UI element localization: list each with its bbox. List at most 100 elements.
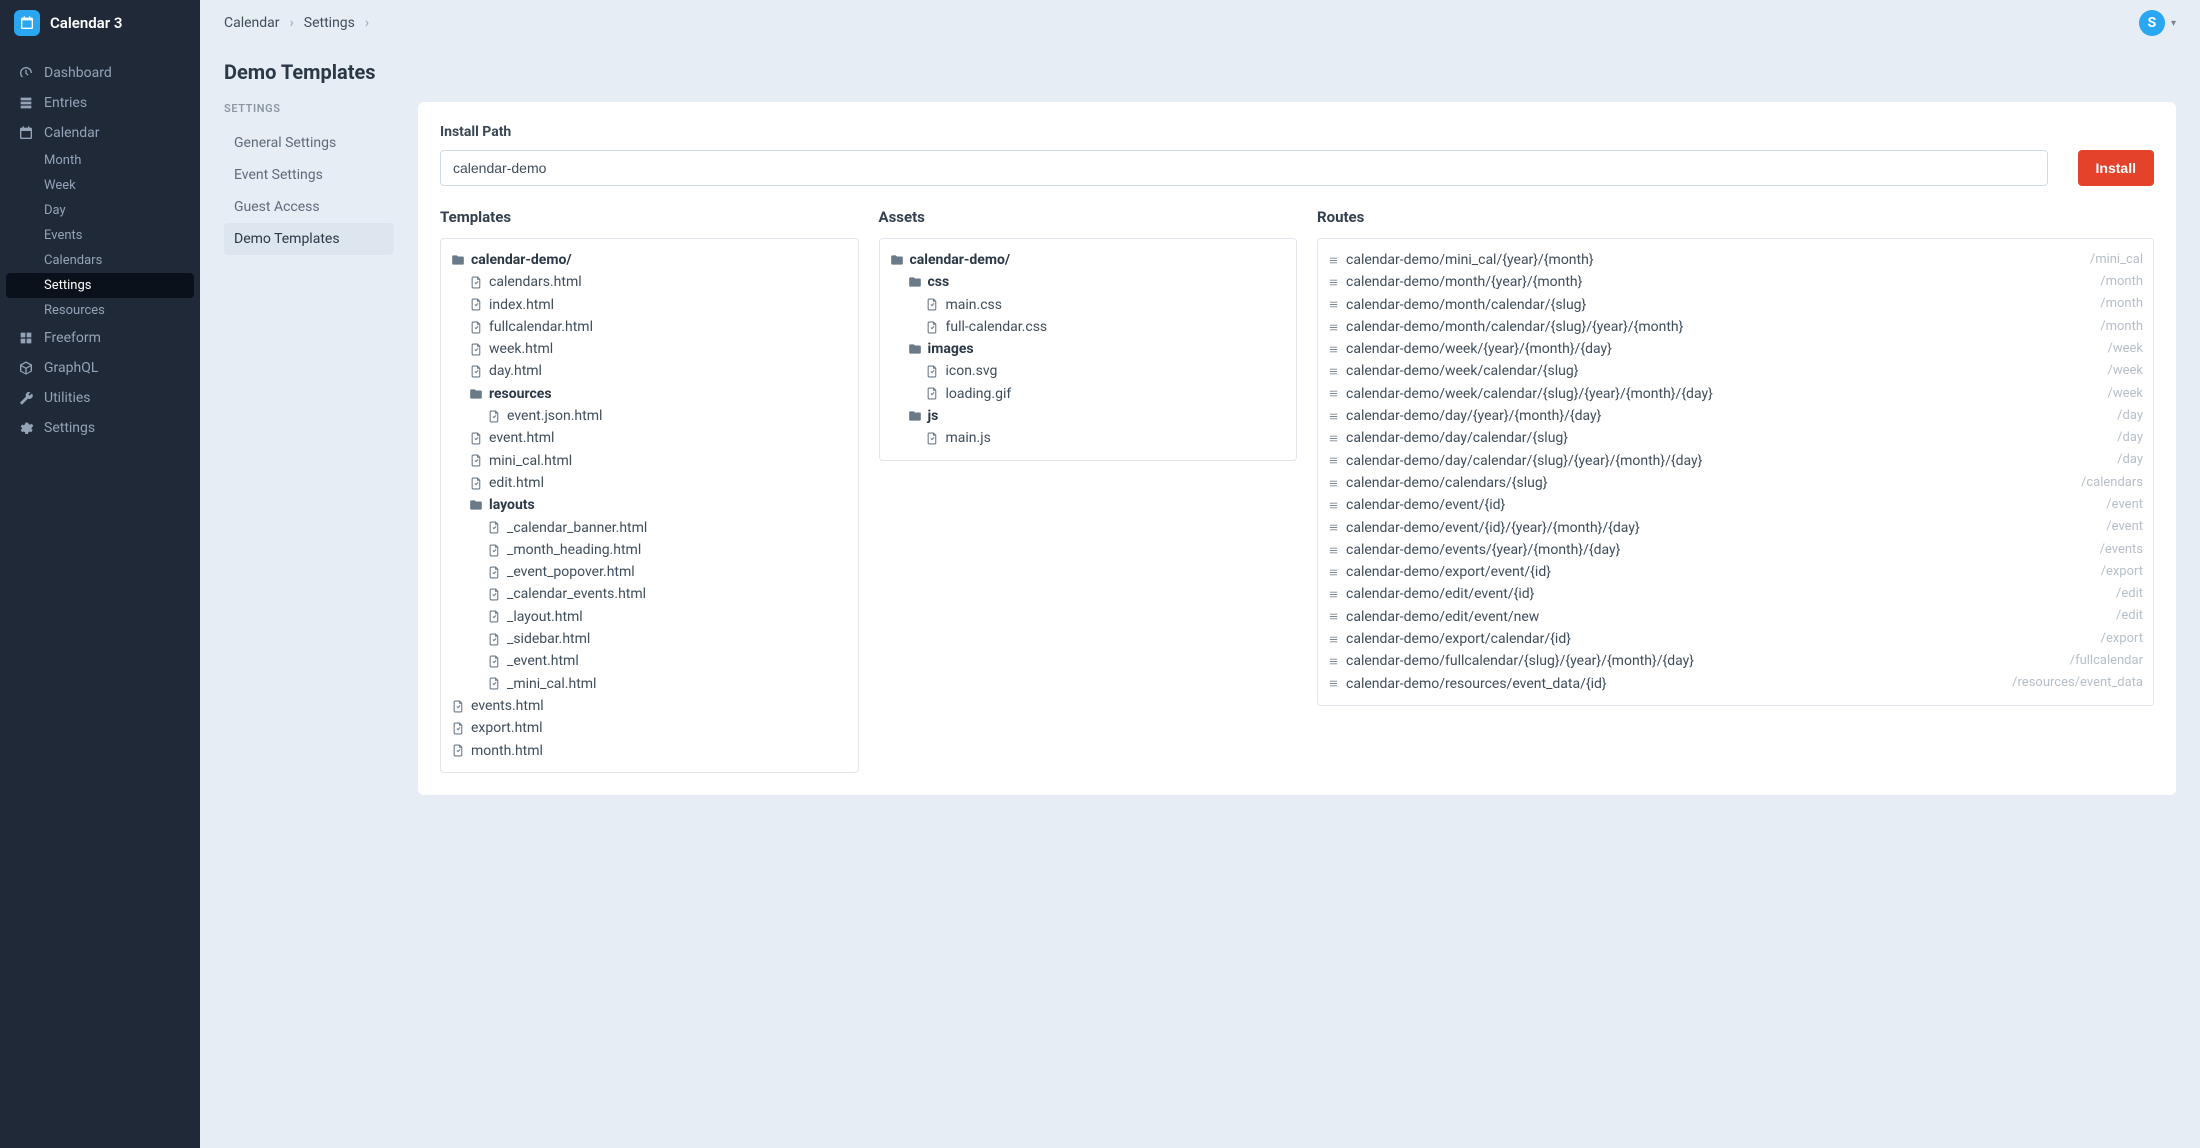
route-icon: [1328, 545, 1340, 556]
route-row[interactable]: calendar-demo/resources/event_data/{id}/…: [1328, 673, 2143, 695]
nav-freeform[interactable]: Freeform: [0, 323, 200, 353]
settings-link-guest[interactable]: Guest Access: [224, 191, 394, 223]
tree-label: calendar-demo/: [910, 250, 1011, 270]
route-row[interactable]: calendar-demo/calendars/{slug}/calendars: [1328, 472, 2143, 494]
tree-file[interactable]: event.json.html: [451, 405, 848, 427]
tree-label: _calendar_events.html: [507, 584, 646, 604]
tree-label: resources: [489, 384, 552, 404]
tree-file[interactable]: _sidebar.html: [451, 628, 848, 650]
route-row[interactable]: calendar-demo/month/calendar/{slug}/mont…: [1328, 294, 2143, 316]
file-icon: [926, 321, 940, 334]
route-row[interactable]: calendar-demo/export/calendar/{id}/expor…: [1328, 628, 2143, 650]
settings-link-event[interactable]: Event Settings: [224, 159, 394, 191]
route-row[interactable]: calendar-demo/edit/event/{id}/edit: [1328, 583, 2143, 605]
tree-folder[interactable]: calendar-demo/: [451, 249, 848, 271]
user-menu[interactable]: S ▾: [2139, 10, 2176, 36]
route-row[interactable]: calendar-demo/week/{year}/{month}/{day}/…: [1328, 338, 2143, 360]
install-button[interactable]: Install: [2078, 150, 2154, 186]
file-icon: [487, 544, 501, 557]
route-row[interactable]: calendar-demo/week/calendar/{slug}/week: [1328, 360, 2143, 382]
tree-file[interactable]: _mini_cal.html: [451, 673, 848, 695]
tree-file[interactable]: export.html: [451, 717, 848, 739]
tree-file[interactable]: month.html: [451, 740, 848, 762]
route-row[interactable]: calendar-demo/month/calendar/{slug}/{yea…: [1328, 316, 2143, 338]
nav-sub-day[interactable]: Day: [0, 198, 200, 223]
tree-folder[interactable]: js: [890, 405, 1287, 427]
routes-column: Routes calendar-demo/mini_cal/{year}/{mo…: [1317, 208, 2154, 773]
install-path-input[interactable]: [440, 150, 2048, 186]
route-row[interactable]: calendar-demo/day/{year}/{month}/{day}/d…: [1328, 405, 2143, 427]
primary-nav: Dashboard Entries Calendar Month Week Da…: [0, 46, 200, 455]
route-row[interactable]: calendar-demo/day/calendar/{slug}/{year}…: [1328, 450, 2143, 472]
route-row[interactable]: calendar-demo/export/event/{id}/export: [1328, 561, 2143, 583]
tree-file[interactable]: _event.html: [451, 650, 848, 672]
nav-sub-resources[interactable]: Resources: [0, 298, 200, 323]
page-title: Demo Templates: [224, 46, 2176, 102]
nav-sub-events[interactable]: Events: [0, 223, 200, 248]
tree-file[interactable]: full-calendar.css: [890, 316, 1287, 338]
nav-entries[interactable]: Entries: [0, 88, 200, 118]
file-icon: [487, 588, 501, 601]
route-row[interactable]: calendar-demo/edit/event/new/edit: [1328, 606, 2143, 628]
nav-sub-week[interactable]: Week: [0, 173, 200, 198]
tree-file[interactable]: _layout.html: [451, 606, 848, 628]
tree-file[interactable]: mini_cal.html: [451, 450, 848, 472]
avatar: S: [2139, 10, 2165, 36]
route-path-text: calendar-demo/edit/event/new: [1346, 607, 1539, 627]
gauge-icon: [18, 65, 34, 81]
crumb-settings[interactable]: Settings: [304, 15, 355, 31]
tree-file[interactable]: _calendar_events.html: [451, 583, 848, 605]
brand-header[interactable]: Calendar 3: [0, 0, 200, 46]
route-row[interactable]: calendar-demo/event/{id}/{year}/{month}/…: [1328, 517, 2143, 539]
assets-panel: calendar-demo/cssmain.cssfull-calendar.c…: [879, 238, 1298, 461]
route-icon: [1328, 678, 1340, 689]
route-row[interactable]: calendar-demo/fullcalendar/{slug}/{year}…: [1328, 650, 2143, 672]
tree-file[interactable]: loading.gif: [890, 383, 1287, 405]
tree-folder[interactable]: calendar-demo/: [890, 249, 1287, 271]
tree-file[interactable]: _calendar_banner.html: [451, 517, 848, 539]
route-row[interactable]: calendar-demo/mini_cal/{year}/{month}/mi…: [1328, 249, 2143, 271]
nav-graphql[interactable]: GraphQL: [0, 353, 200, 383]
tree-file[interactable]: events.html: [451, 695, 848, 717]
chevron-down-icon: ▾: [2171, 18, 2176, 29]
route-icon: [1328, 388, 1340, 399]
route-icon: [1328, 411, 1340, 422]
route-row[interactable]: calendar-demo/events/{year}/{month}/{day…: [1328, 539, 2143, 561]
route-row[interactable]: calendar-demo/event/{id}/event: [1328, 494, 2143, 516]
tree-file[interactable]: icon.svg: [890, 360, 1287, 382]
tree-file[interactable]: main.js: [890, 427, 1287, 449]
tree-file[interactable]: fullcalendar.html: [451, 316, 848, 338]
tree-file[interactable]: day.html: [451, 360, 848, 382]
install-path-label: Install Path: [440, 124, 2154, 140]
nav-sub-calendars[interactable]: Calendars: [0, 248, 200, 273]
tree-file[interactable]: _event_popover.html: [451, 561, 848, 583]
tree-folder[interactable]: images: [890, 338, 1287, 360]
brand-title: Calendar 3: [50, 14, 122, 32]
nav-sub-settings[interactable]: Settings: [6, 273, 194, 298]
tree-folder[interactable]: layouts: [451, 494, 848, 516]
tree-label: _calendar_banner.html: [507, 518, 647, 538]
route-row[interactable]: calendar-demo/week/calendar/{slug}/{year…: [1328, 383, 2143, 405]
nav-dashboard[interactable]: Dashboard: [0, 58, 200, 88]
crumb-calendar[interactable]: Calendar: [224, 15, 280, 31]
tree-file[interactable]: main.css: [890, 294, 1287, 316]
nav-settings[interactable]: Settings: [0, 413, 200, 443]
tree-file[interactable]: edit.html: [451, 472, 848, 494]
route-path-text: calendar-demo/export/calendar/{id}: [1346, 629, 1571, 649]
tree-file[interactable]: calendars.html: [451, 271, 848, 293]
nav-calendar[interactable]: Calendar: [0, 118, 200, 148]
templates-column: Templates calendar-demo/calendars.htmlin…: [440, 208, 859, 773]
tree-file[interactable]: _month_heading.html: [451, 539, 848, 561]
nav-sub-month[interactable]: Month: [0, 148, 200, 173]
route-row[interactable]: calendar-demo/month/{year}/{month}/month: [1328, 271, 2143, 293]
tree-label: loading.gif: [946, 384, 1012, 404]
tree-file[interactable]: index.html: [451, 294, 848, 316]
tree-file[interactable]: event.html: [451, 427, 848, 449]
settings-link-demo[interactable]: Demo Templates: [224, 223, 394, 255]
settings-link-general[interactable]: General Settings: [224, 127, 394, 159]
tree-folder[interactable]: css: [890, 271, 1287, 293]
route-row[interactable]: calendar-demo/day/calendar/{slug}/day: [1328, 427, 2143, 449]
nav-utilities[interactable]: Utilities: [0, 383, 200, 413]
tree-file[interactable]: week.html: [451, 338, 848, 360]
tree-folder[interactable]: resources: [451, 383, 848, 405]
